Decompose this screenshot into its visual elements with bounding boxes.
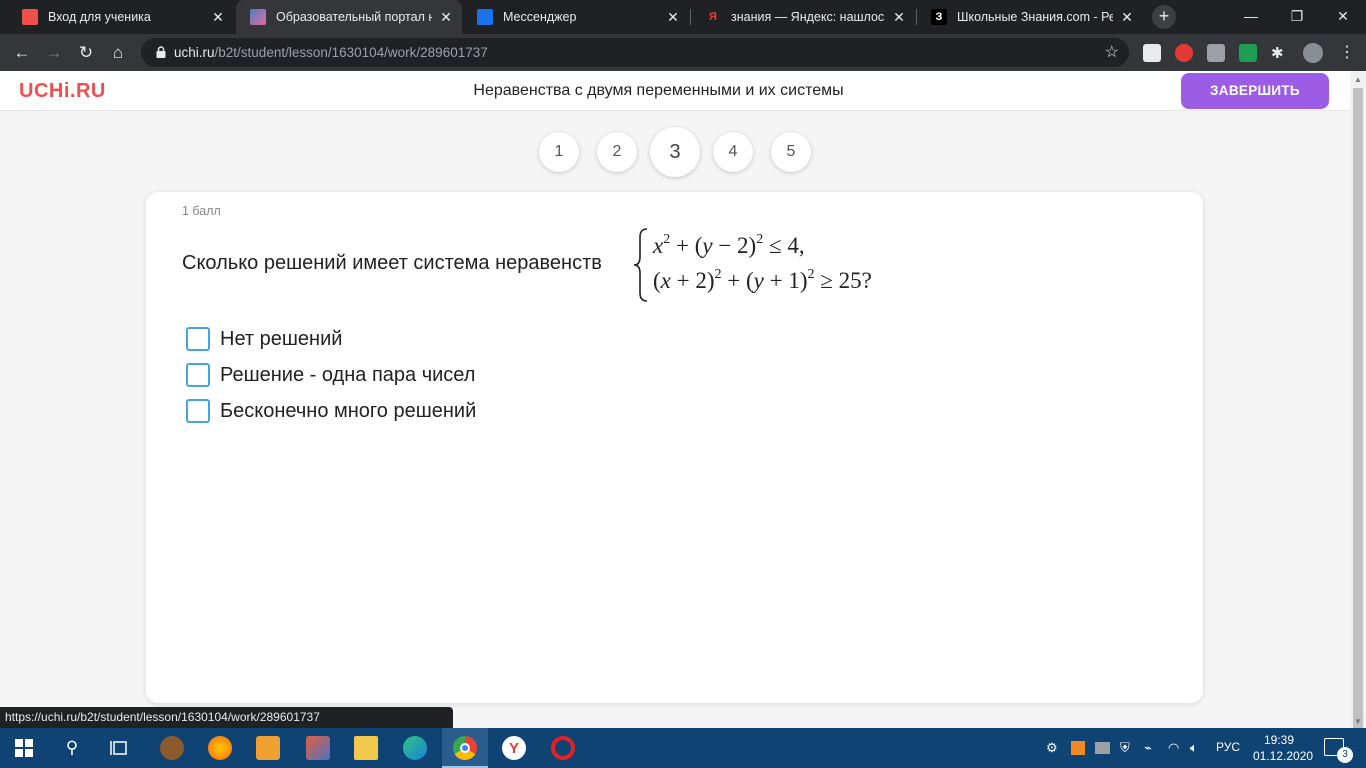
curly-brace-icon bbox=[633, 228, 648, 302]
target-extension-icon[interactable] bbox=[1175, 44, 1193, 62]
messenger-favicon-icon bbox=[477, 9, 493, 25]
tray-monitor-icon[interactable] bbox=[1095, 742, 1110, 754]
url-text: uchi.ru/b2t/student/lesson/1630104/work/… bbox=[174, 45, 488, 60]
clock[interactable]: 19:39 01.12.2020 bbox=[1253, 732, 1314, 764]
answer-label[interactable]: Бесконечно много решений bbox=[220, 400, 476, 423]
task-number-1[interactable]: 1 bbox=[539, 132, 579, 172]
opera-icon[interactable] bbox=[551, 736, 575, 760]
tab-title: Школьные Знания.com - Реш bbox=[957, 10, 1113, 24]
puzzle-extensions-icon[interactable]: ✱ bbox=[1271, 44, 1289, 62]
store-icon[interactable] bbox=[256, 736, 280, 760]
firefox-icon[interactable] bbox=[208, 736, 232, 760]
menu-kebab-icon[interactable]: ⋮ bbox=[1334, 40, 1360, 66]
task-number-4[interactable]: 4 bbox=[713, 132, 753, 172]
shield-tray-icon[interactable]: ⛨ bbox=[1120, 740, 1130, 756]
tab-title: знания — Яндекс: нашлось 2б bbox=[731, 10, 885, 24]
language-indicator[interactable]: РУС bbox=[1216, 740, 1240, 754]
close-icon[interactable]: ✕ bbox=[891, 9, 907, 26]
answer-option[interactable]: Решение - одна пара чисел bbox=[186, 362, 475, 388]
monkey-app-icon[interactable] bbox=[160, 736, 184, 760]
network-icon[interactable]: ⌁ bbox=[1144, 740, 1152, 756]
notification-count-badge: 3 bbox=[1337, 747, 1353, 763]
download-extension-icon[interactable] bbox=[1207, 44, 1225, 62]
portal-favicon-icon bbox=[250, 9, 266, 25]
tab-znanija[interactable]: З Школьные Знания.com - Реш ✕ bbox=[917, 0, 1143, 34]
browser-toolbar: ← → ↻ ⌂ uchi.ru/b2t/student/lesson/16301… bbox=[0, 34, 1366, 71]
home-icon[interactable]: ⌂ bbox=[105, 40, 131, 66]
profile-avatar[interactable] bbox=[1303, 43, 1323, 63]
windows-taskbar: ⚲ Y ⚙ ⛨ ⌁ ◠ 🔈︎ РУС 19:39 01.12.2020 3 bbox=[0, 728, 1366, 768]
tab-uchi-login[interactable]: Вход для ученика ✕ bbox=[8, 0, 234, 34]
task-number-5[interactable]: 5 bbox=[771, 132, 811, 172]
answer-label[interactable]: Решение - одна пара чисел bbox=[220, 364, 475, 387]
answer-checkbox[interactable] bbox=[186, 363, 210, 387]
tab-yandex[interactable]: Я знания — Яндекс: нашлось 2б ✕ bbox=[691, 0, 915, 34]
back-icon[interactable]: ← bbox=[9, 40, 35, 66]
uchi-favicon-icon bbox=[22, 9, 38, 25]
close-icon[interactable]: ✕ bbox=[438, 9, 454, 26]
wifi-icon[interactable]: ◠ bbox=[1168, 740, 1179, 756]
znanija-favicon-icon: З bbox=[931, 9, 947, 25]
clock-date: 01.12.2020 bbox=[1253, 749, 1314, 763]
tab-title: Мессенджер bbox=[503, 10, 577, 24]
minimize-icon[interactable]: — bbox=[1228, 0, 1274, 34]
answer-checkbox[interactable] bbox=[186, 327, 210, 351]
steam-tray-icon[interactable]: ⚙ bbox=[1046, 740, 1058, 756]
tab-portal[interactable]: Образовательный портал на ✕ bbox=[236, 0, 462, 34]
file-explorer-icon[interactable] bbox=[354, 736, 378, 760]
restore-icon[interactable]: ❐ bbox=[1274, 0, 1320, 34]
new-tab-button[interactable]: + bbox=[1152, 5, 1176, 29]
site-header: UCHi.RU Неравенства с двумя переменными … bbox=[0, 71, 1350, 111]
notifications-icon[interactable]: 3 bbox=[1324, 738, 1353, 763]
answer-checkbox[interactable] bbox=[186, 399, 210, 423]
close-icon[interactable]: ✕ bbox=[1119, 9, 1135, 26]
lesson-title: Неравенства с двумя переменными и их сис… bbox=[473, 82, 844, 99]
reload-icon[interactable]: ↻ bbox=[73, 40, 99, 66]
scrollbar-thumb[interactable] bbox=[1353, 88, 1363, 732]
search-icon[interactable]: ⚲ bbox=[60, 736, 84, 760]
extension-icon[interactable] bbox=[1143, 44, 1161, 62]
volume-icon[interactable]: 🔈︎ bbox=[1190, 740, 1198, 756]
bookmark-star-icon[interactable]: ☆ bbox=[1105, 42, 1119, 62]
task-points: 1 балл bbox=[182, 204, 221, 218]
task-view-icon[interactable] bbox=[108, 736, 132, 760]
answer-option[interactable]: Бесконечно много решений bbox=[186, 398, 476, 424]
tab-title: Образовательный портал на bbox=[276, 10, 432, 24]
inequality-line-2: (x + 2)2 + (y + 1)2 ≥ 25? bbox=[653, 267, 872, 293]
yandex-browser-icon[interactable]: Y bbox=[502, 736, 526, 760]
task-number-2[interactable]: 2 bbox=[597, 132, 637, 172]
scroll-down-arrow-icon[interactable]: ▼ bbox=[1354, 717, 1362, 726]
close-icon[interactable]: ✕ bbox=[665, 9, 681, 26]
lock-icon bbox=[156, 46, 166, 58]
forward-icon[interactable]: → bbox=[41, 40, 67, 66]
chrome-taskbar-active[interactable] bbox=[442, 728, 488, 768]
link-status-bubble: https://uchi.ru/b2t/student/lesson/16301… bbox=[0, 707, 453, 728]
browser-tab-strip: Вход для ученика ✕ Образовательный порта… bbox=[0, 0, 1366, 34]
close-icon[interactable]: ✕ bbox=[210, 9, 226, 26]
answer-label[interactable]: Нет решений bbox=[220, 328, 342, 351]
clock-time: 19:39 bbox=[1263, 733, 1295, 747]
windows-start-icon[interactable] bbox=[12, 736, 36, 760]
chrome-icon bbox=[453, 736, 477, 760]
yandex-favicon-icon: Я bbox=[709, 11, 717, 23]
task-number-3-current[interactable]: 3 bbox=[650, 127, 700, 177]
address-bar[interactable]: uchi.ru/b2t/student/lesson/1630104/work/… bbox=[141, 38, 1129, 67]
edge-icon[interactable] bbox=[403, 736, 427, 760]
scroll-up-arrow-icon[interactable]: ▲ bbox=[1354, 75, 1362, 84]
tab-title: Вход для ученика bbox=[48, 10, 151, 24]
paint-app-icon[interactable] bbox=[306, 736, 330, 760]
tab-messenger[interactable]: Мессенджер ✕ bbox=[463, 0, 689, 34]
finish-button[interactable]: ЗАВЕРШИТЬ bbox=[1181, 73, 1329, 109]
window-close-icon[interactable]: ✕ bbox=[1320, 0, 1366, 34]
answer-option[interactable]: Нет решений bbox=[186, 326, 342, 352]
task-card: 1 балл Сколько решений имеет система нер… bbox=[146, 192, 1203, 703]
page-scrollbar[interactable]: ▲ ▼ bbox=[1350, 71, 1366, 732]
inequality-line-1: x2 + (y − 2)2 ≤ 4, bbox=[653, 232, 805, 258]
calendar-extension-icon[interactable] bbox=[1239, 44, 1257, 62]
tray-app-icon[interactable] bbox=[1071, 741, 1085, 755]
question-text: Сколько решений имеет система неравенств bbox=[182, 252, 602, 274]
